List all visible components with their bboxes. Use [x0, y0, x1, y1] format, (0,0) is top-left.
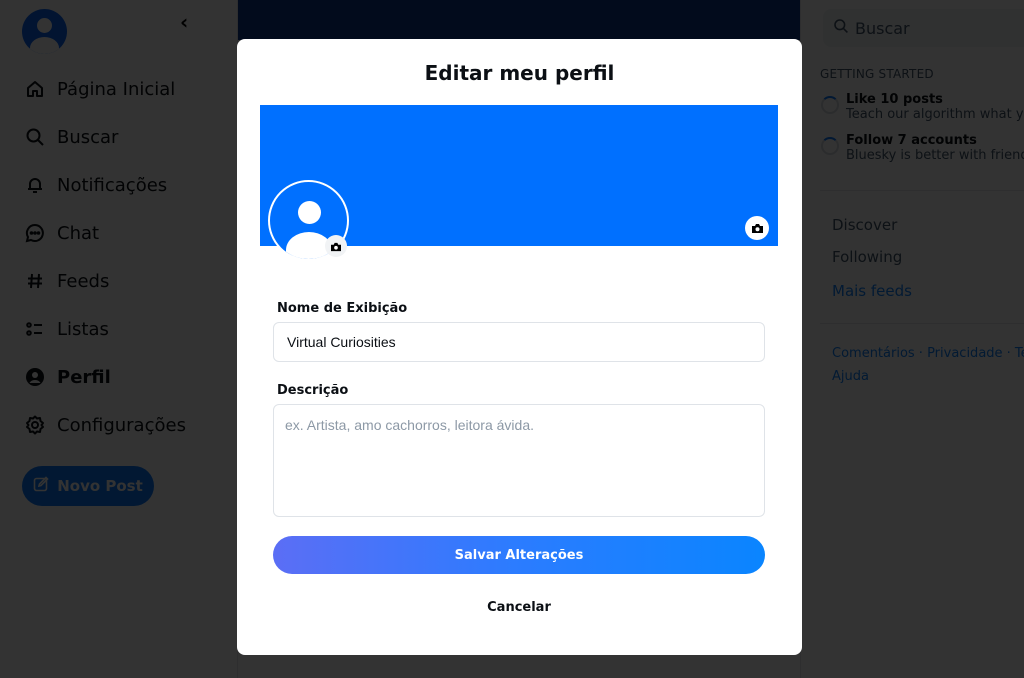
display-name-input[interactable] [273, 322, 765, 362]
change-avatar-button[interactable] [325, 235, 347, 257]
description-textarea[interactable] [273, 404, 765, 517]
cancel-button[interactable]: Cancelar [469, 595, 569, 619]
camera-icon [751, 219, 764, 238]
description-label: Descrição [277, 383, 349, 398]
change-cover-button[interactable] [745, 216, 769, 240]
save-changes-button[interactable]: Salvar Alterações [273, 536, 765, 574]
camera-icon [330, 237, 342, 256]
dialog-title: Editar meu perfil [424, 61, 615, 85]
display-name-label: Nome de Exibição [277, 301, 408, 316]
edit-profile-dialog: Editar meu perfil Nome de Exibição Descr… [237, 39, 802, 655]
